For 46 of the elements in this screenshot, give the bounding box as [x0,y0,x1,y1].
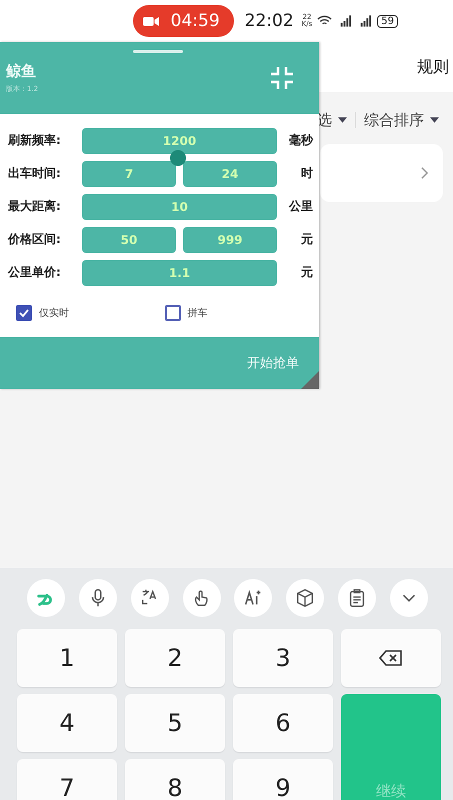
key[interactable]: 8 [125,759,225,800]
key[interactable]: 1 [17,629,117,687]
clock-time: 22:02 [244,11,294,31]
backspace-icon [379,650,403,666]
toolbar-button[interactable] [130,579,169,617]
checkbox[interactable] [164,305,180,321]
key[interactable]: 9 [233,759,333,800]
video-camera-icon [142,16,159,26]
toolbar-button[interactable] [182,579,221,617]
unit-label: 元 [300,231,313,248]
field-label: 公里单价: [8,264,62,281]
checkbox-label: 拼车 [188,306,208,320]
key[interactable]: 2 [125,629,225,687]
battery-indicator: 59 [377,14,398,28]
key[interactable]: 4 [17,694,117,752]
field-label: 刷新频率: [8,132,62,149]
unit-label: 公里 [288,198,313,215]
checkbox[interactable] [16,305,32,321]
field-label: 最大距离: [8,198,62,215]
checkbox-label: 仅实时 [39,306,69,320]
caret-down-icon [338,117,347,123]
toolbar-button[interactable] [338,579,376,617]
check-icon [18,307,30,319]
wifi-icon [317,15,332,27]
unit-label: 时 [300,165,313,182]
filter-dropdown[interactable]: 选 [317,110,347,130]
rules-link[interactable]: 规则 [417,56,449,78]
filter-dropdown[interactable]: 综合排序 [364,110,439,130]
field-label: 出车时间: [8,165,62,182]
drag-handle[interactable] [133,50,183,53]
chevron-right-icon [420,166,429,180]
field-label: 价格区间: [8,231,62,248]
caret-down-icon [430,117,439,123]
recording-pill[interactable]: 04:59 [132,5,234,37]
key[interactable]: 7 [17,759,117,800]
unit-label: 元 [300,264,313,281]
key[interactable]: 6 [233,694,333,752]
panel-title: 鲸鱼 [6,62,37,81]
resize-handle[interactable] [301,371,319,389]
unit-label: 毫秒 [288,132,313,149]
toolbar-button[interactable] [78,579,117,617]
toolbar-button[interactable] [286,579,324,617]
backspace-key[interactable] [341,629,441,687]
toolbar-button[interactable] [234,579,272,617]
key[interactable]: 5 [125,694,225,752]
key[interactable]: 3 [233,629,333,687]
